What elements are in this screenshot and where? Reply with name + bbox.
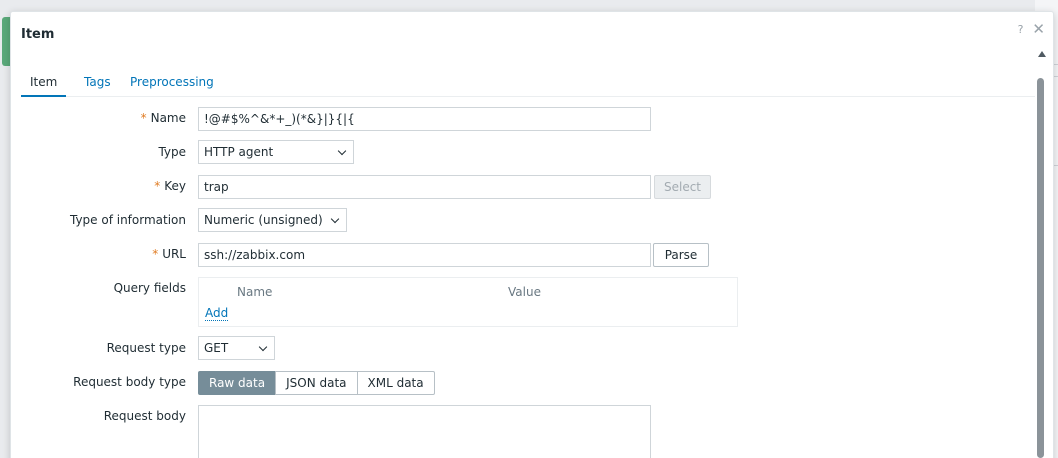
tab-tags[interactable]: Tags: [75, 74, 120, 97]
dialog-title: Item: [21, 27, 55, 42]
type-of-information-label: Type of information: [69, 213, 186, 227]
name-input[interactable]: !@#$%^&*+_)(*&}|}{|{: [198, 107, 651, 131]
request-body-type-label: Request body type: [73, 375, 186, 389]
type-of-information-value: Numeric (unsigned): [204, 213, 323, 227]
request-type-value: GET: [204, 341, 229, 355]
query-fields-label: Query fields: [113, 281, 186, 295]
screen: Item ? ✕ Item Tags Preprocessing * Name !…: [0, 0, 1058, 458]
chevron-down-icon: [258, 342, 268, 352]
key-label: * Key: [154, 179, 186, 193]
required-marker: *: [140, 111, 147, 125]
raw-data-option[interactable]: Raw data: [198, 371, 277, 395]
xml-data-option[interactable]: XML data: [356, 371, 435, 395]
scrollbar-thumb[interactable]: [1037, 78, 1044, 458]
chevron-down-icon: [337, 146, 347, 156]
request-type-select[interactable]: GET: [198, 336, 275, 360]
tab-preprocessing[interactable]: Preprocessing: [121, 74, 223, 97]
type-select[interactable]: HTTP agent: [198, 140, 354, 164]
url-input[interactable]: ssh://zabbix.com: [198, 243, 651, 267]
select-button[interactable]: Select: [654, 175, 711, 199]
parse-button[interactable]: Parse: [653, 243, 709, 267]
chevron-down-icon: [330, 214, 340, 224]
query-fields-table: Name Value Add: [198, 277, 738, 327]
background-panel-accent: [2, 17, 10, 66]
required-marker: *: [152, 247, 159, 261]
scroll-up-arrow-icon[interactable]: [1038, 51, 1046, 57]
url-label: * URL: [152, 247, 186, 261]
request-body-label: Request body: [103, 409, 186, 423]
request-type-label: Request type: [106, 341, 186, 355]
item-dialog: Item ? ✕ Item Tags Preprocessing * Name !…: [10, 11, 1054, 458]
query-fields-name-header: Name: [237, 285, 273, 299]
tab-item[interactable]: Item: [21, 74, 67, 97]
add-query-field-link[interactable]: Add: [205, 306, 229, 321]
request-body-type-toggle: Raw data JSON data XML data: [198, 371, 435, 395]
json-data-option[interactable]: JSON data: [275, 371, 358, 395]
tab-bar: Item Tags Preprocessing: [21, 70, 1035, 97]
required-marker: *: [154, 179, 161, 193]
type-label: Type: [158, 145, 186, 159]
close-icon[interactable]: ✕: [1032, 20, 1045, 38]
question-icon[interactable]: ?: [1018, 23, 1024, 36]
name-label: * Name: [140, 111, 186, 125]
query-fields-value-header: Value: [508, 285, 541, 299]
type-of-information-select[interactable]: Numeric (unsigned): [198, 208, 347, 232]
request-body-textarea[interactable]: [198, 405, 651, 458]
key-input[interactable]: trap: [198, 175, 651, 199]
type-select-value: HTTP agent: [204, 145, 274, 159]
dialog-header-icons: ? ✕: [1018, 20, 1045, 38]
